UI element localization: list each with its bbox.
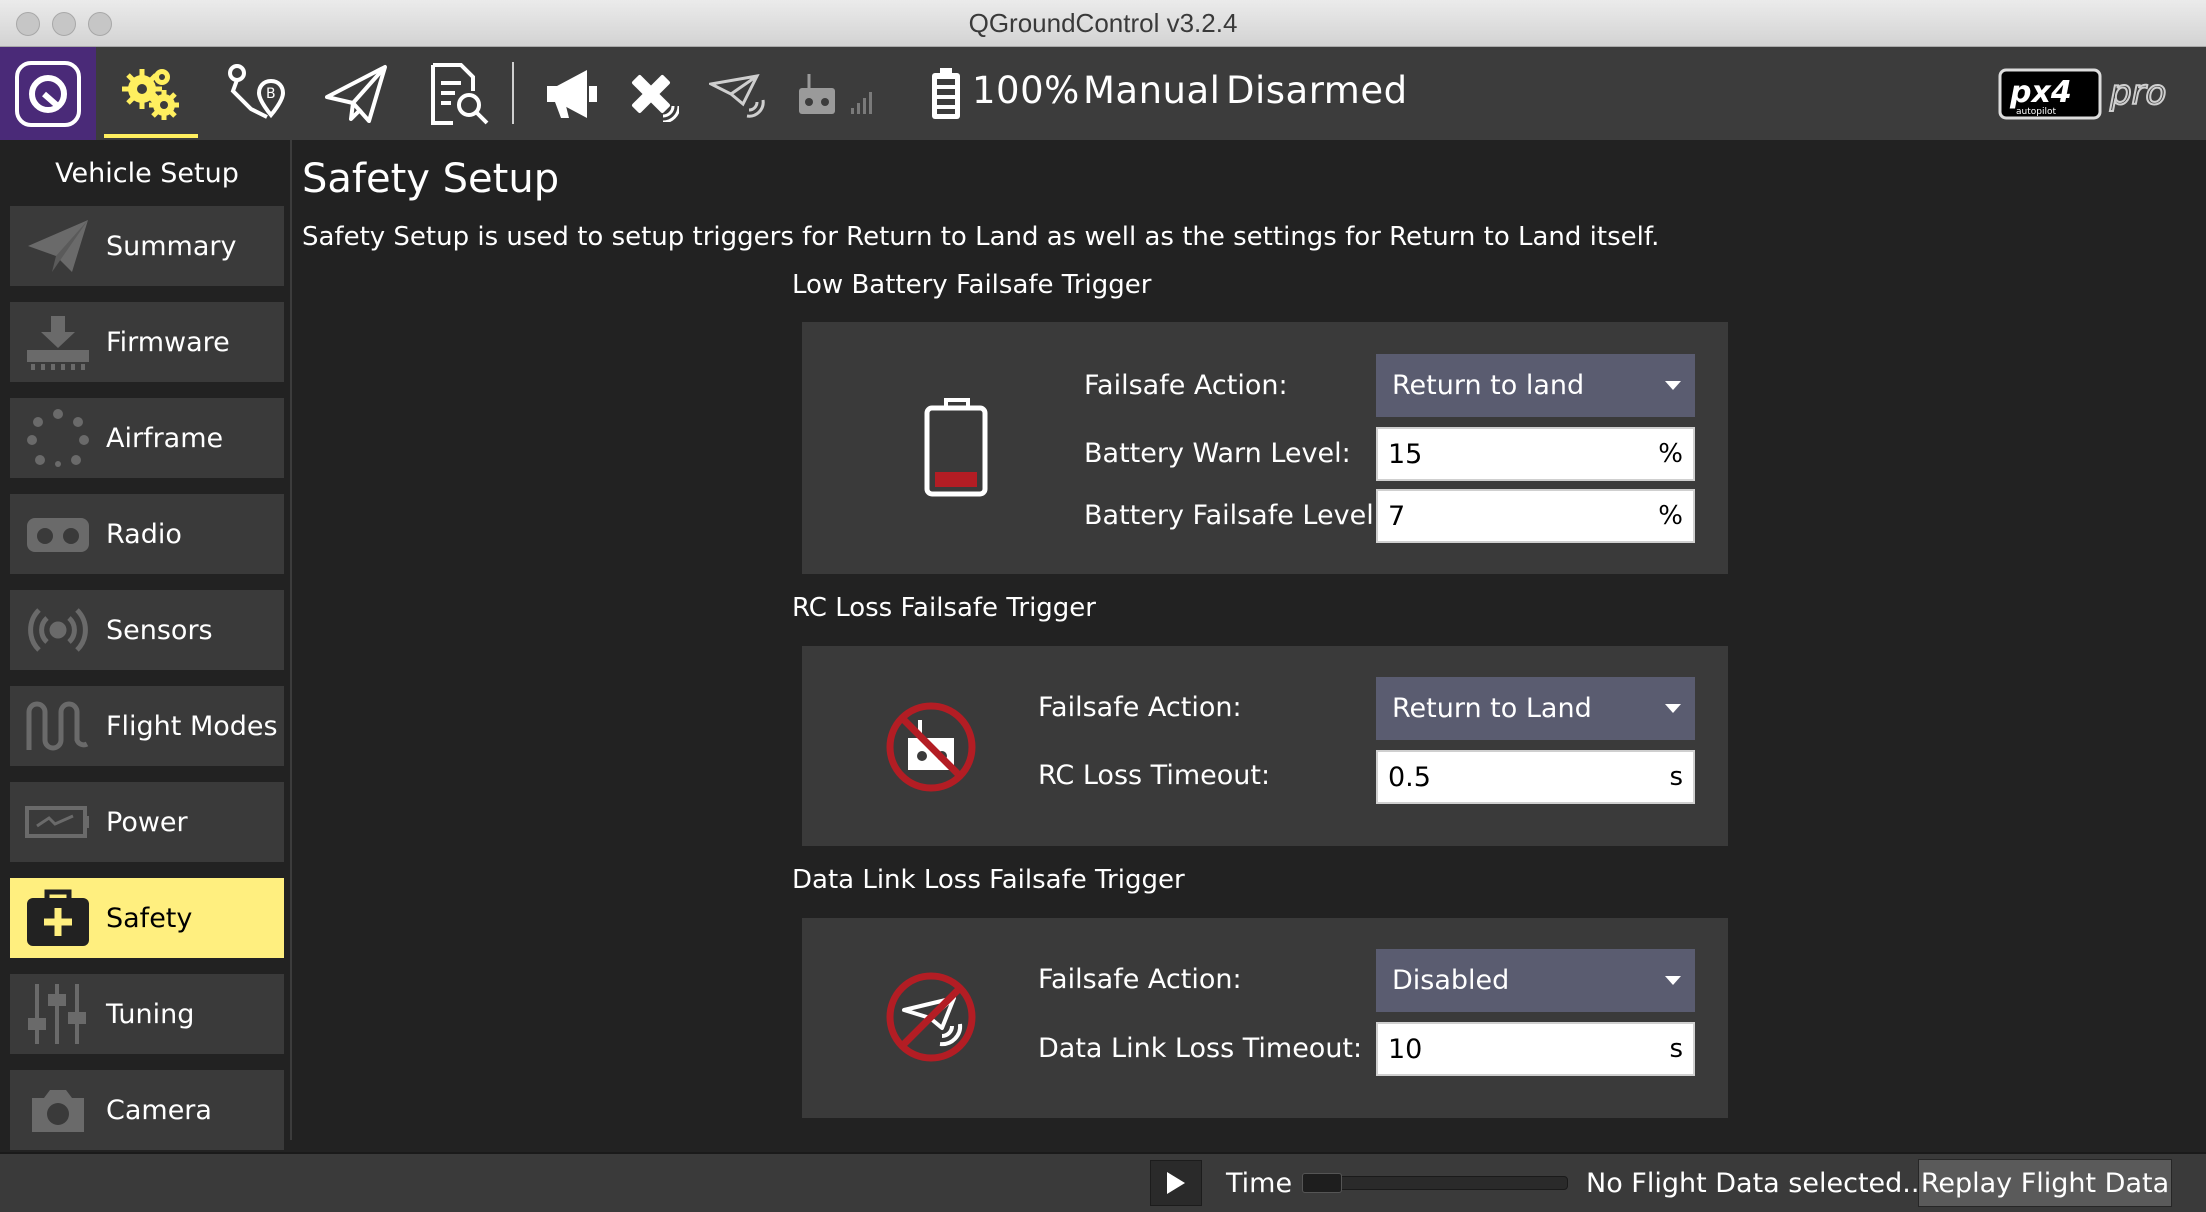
- flight-data-status: No Flight Data selected..: [1586, 1168, 1920, 1199]
- svg-text:autopilot: autopilot: [2016, 107, 2056, 117]
- sidebar-item-label: Sensors: [106, 614, 213, 646]
- flight-mode-selector[interactable]: Manual: [1083, 69, 1220, 112]
- sidebar-item-firmware[interactable]: Firmware: [10, 302, 284, 382]
- input-value: 15: [1388, 439, 1423, 470]
- input-value: 7: [1388, 501, 1406, 532]
- battery-action-label: Failsafe Action:: [1084, 370, 1288, 401]
- datalink-failsafe-action-dropdown[interactable]: Disabled: [1376, 949, 1695, 1012]
- datalink-loss-icon: [884, 970, 978, 1068]
- datalink-section-title: Data Link Loss Failsafe Trigger: [792, 865, 1185, 895]
- vehicle-setup-sidebar: Vehicle Setup Summary Firmware Airframe …: [0, 140, 294, 1152]
- sidebar-item-label: Summary: [106, 230, 237, 262]
- arm-status[interactable]: Disarmed: [1226, 69, 1408, 112]
- sidebar-item-airframe[interactable]: Airframe: [10, 398, 284, 478]
- rc-loss-failsafe-action-dropdown[interactable]: Return to Land: [1376, 677, 1695, 740]
- unit-label: s: [1669, 1034, 1683, 1064]
- sidebar-item-tuning[interactable]: Tuning: [10, 974, 284, 1054]
- input-value: 0.5: [1388, 762, 1431, 793]
- dropdown-value: Return to land: [1392, 370, 1585, 401]
- datalink-action-label: Failsafe Action:: [1038, 964, 1242, 995]
- download-chip-icon: [10, 314, 106, 370]
- dropdown-value: Return to Land: [1392, 693, 1592, 724]
- sidebar-item-sensors[interactable]: Sensors: [10, 590, 284, 670]
- sidebar-item-label: Safety: [106, 902, 193, 934]
- sidebar-divider: [290, 140, 292, 1140]
- sidebar-item-label: Firmware: [106, 326, 230, 358]
- sidebar-item-label: Camera: [106, 1094, 212, 1126]
- chevron-down-icon: [1665, 976, 1681, 985]
- play-icon: [1167, 1172, 1185, 1194]
- unit-label: s: [1669, 762, 1683, 792]
- telemetry-plane-icon[interactable]: [704, 47, 770, 140]
- battery-percent: 100%: [972, 69, 1080, 112]
- px4-pro-brand-logo: px4 autopilot pro: [1996, 47, 2196, 140]
- battery-failsafe-level-input[interactable]: 7 %: [1376, 489, 1695, 543]
- fly-paper-plane-icon[interactable]: [318, 47, 394, 140]
- svg-text:pro: pro: [2109, 73, 2166, 113]
- low-battery-icon: [922, 398, 992, 504]
- plan-waypoint-icon[interactable]: B: [218, 47, 294, 140]
- power-battery-icon: [10, 802, 106, 842]
- time-slider-handle[interactable]: [1302, 1173, 1342, 1193]
- battery-failsafe-action-dropdown[interactable]: Return to land: [1376, 354, 1695, 417]
- page-title: Safety Setup: [302, 156, 560, 202]
- unit-label: %: [1658, 439, 1683, 469]
- sensors-waves-icon: [10, 600, 106, 660]
- sidebar-item-label: Radio: [106, 518, 182, 550]
- flight-replay-bar: Time No Flight Data selected.. Replay Fl…: [0, 1152, 2206, 1212]
- battery-icon[interactable]: [926, 47, 966, 140]
- sidebar-title: Vehicle Setup: [55, 158, 239, 189]
- input-value: 10: [1388, 1034, 1423, 1065]
- rc-loss-action-label: Failsafe Action:: [1038, 692, 1242, 723]
- unit-label: %: [1658, 501, 1683, 531]
- sidebar-item-safety[interactable]: Safety: [10, 878, 284, 958]
- sidebar-item-label: Tuning: [106, 998, 195, 1030]
- rc-loss-section-title: RC Loss Failsafe Trigger: [792, 593, 1096, 623]
- battery-failsafe-label: Battery Failsafe Level:: [1084, 500, 1383, 531]
- toolbar-separator: [512, 62, 514, 124]
- airframe-dots-icon: [10, 408, 106, 468]
- sidebar-item-label: Airframe: [106, 422, 224, 454]
- flight-modes-wave-icon: [10, 698, 106, 754]
- tuning-sliders-icon: [10, 982, 106, 1046]
- analyze-document-icon[interactable]: [420, 47, 496, 140]
- sidebar-item-radio[interactable]: Radio: [10, 494, 284, 574]
- battery-warn-label: Battery Warn Level:: [1084, 438, 1351, 469]
- time-slider[interactable]: [1302, 1173, 1568, 1193]
- main-toolbar: B 100% Manual Disarmed px4 autopilot pro: [0, 47, 2206, 140]
- gps-satellite-icon[interactable]: [618, 47, 684, 140]
- sidebar-item-power[interactable]: Power: [10, 782, 284, 862]
- rc-loss-icon: [884, 700, 978, 798]
- sidebar-item-camera[interactable]: Camera: [10, 1070, 284, 1150]
- window-titlebar: QGroundControl v3.2.4: [0, 0, 2206, 47]
- safety-medkit-icon: [10, 888, 106, 948]
- datalink-timeout-label: Data Link Loss Timeout:: [1038, 1033, 1363, 1064]
- dropdown-value: Disabled: [1392, 965, 1510, 996]
- replay-flight-data-button[interactable]: Replay Flight Data: [1918, 1159, 2172, 1207]
- qgc-logo-icon[interactable]: [0, 47, 96, 140]
- rc-loss-timeout-input[interactable]: 0.5 s: [1376, 750, 1695, 804]
- svg-text:B: B: [266, 86, 276, 102]
- vehicle-setup-gears-icon[interactable]: [104, 47, 198, 140]
- chevron-down-icon: [1665, 704, 1681, 713]
- radio-transmitter-icon: [10, 512, 106, 556]
- sidebar-item-label: Flight Modes: [106, 710, 278, 742]
- battery-section-title: Low Battery Failsafe Trigger: [792, 270, 1152, 300]
- chevron-down-icon: [1665, 381, 1681, 390]
- sidebar-item-flight-modes[interactable]: Flight Modes: [10, 686, 284, 766]
- messages-megaphone-icon[interactable]: [536, 47, 606, 140]
- camera-icon: [10, 1086, 106, 1134]
- sidebar-item-summary[interactable]: Summary: [10, 206, 284, 286]
- sidebar-item-label: Power: [106, 806, 188, 838]
- datalink-timeout-input[interactable]: 10 s: [1376, 1022, 1695, 1076]
- rc-loss-timeout-label: RC Loss Timeout:: [1038, 760, 1271, 791]
- time-label: Time: [1226, 1168, 1293, 1199]
- rc-transmitter-icon[interactable]: [790, 47, 886, 140]
- svg-text:px4: px4: [2009, 75, 2072, 110]
- page-description: Safety Setup is used to setup triggers f…: [302, 222, 1660, 252]
- play-button[interactable]: [1150, 1160, 1202, 1206]
- battery-warn-level-input[interactable]: 15 %: [1376, 427, 1695, 481]
- window-title: QGroundControl v3.2.4: [968, 8, 1238, 38]
- paper-plane-icon: [10, 216, 106, 276]
